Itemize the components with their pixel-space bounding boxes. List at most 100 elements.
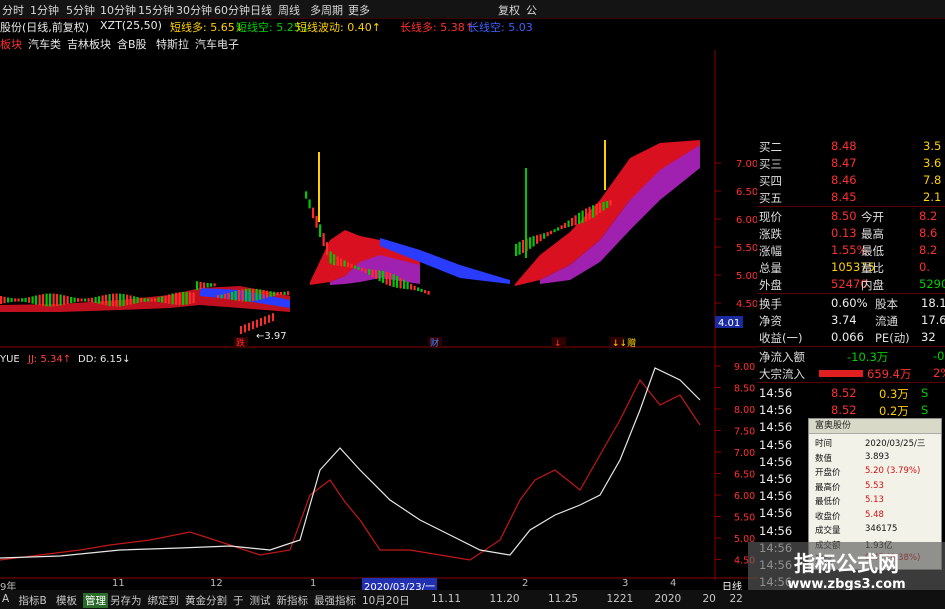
bottom-tab-11[interactable]: 10月20日 — [362, 593, 410, 608]
candle — [553, 229, 556, 233]
toolbar-button-1[interactable]: 公 — [526, 2, 537, 18]
candle — [185, 291, 188, 305]
event-mark[interactable]: ↓ — [554, 339, 562, 349]
candle — [238, 290, 241, 302]
bottom-tab-8[interactable]: 测试 — [250, 593, 271, 608]
candle — [73, 297, 76, 303]
candle — [276, 291, 279, 296]
price-tag-text: 4.01 — [718, 318, 740, 329]
candle — [150, 298, 153, 302]
candle — [567, 220, 570, 228]
tooltip-value: 2020/03/25/三 — [865, 439, 926, 449]
order-price: 8.48 — [831, 139, 857, 153]
sub-axis-label: 5.50 — [734, 513, 755, 524]
bottom-tab-14[interactable]: 11.25 — [548, 593, 578, 605]
finance-value-2: 17.6 — [921, 313, 945, 327]
flow-label: 大宗流入 — [759, 367, 805, 381]
bottom-tab-9[interactable]: 新指标 — [277, 593, 309, 608]
order-volume: 7.8 — [923, 173, 942, 187]
period-tab-4[interactable]: 15分钟 — [138, 2, 174, 18]
candle — [14, 298, 17, 302]
period-tab-2[interactable]: 5分钟 — [66, 2, 95, 18]
candle — [52, 293, 55, 307]
formula-name[interactable]: XZT(25,50) — [100, 19, 162, 32]
period-tab-9[interactable]: 多周期 — [310, 2, 343, 18]
right-red-band — [515, 140, 700, 286]
candle — [287, 291, 290, 296]
candle — [347, 262, 350, 268]
bottom-tab-0[interactable]: A — [2, 593, 9, 605]
tick-row: 14:56 8.52 0.2万 S — [757, 402, 945, 419]
candle — [283, 291, 286, 295]
event-mark[interactable]: 跌 — [236, 338, 245, 349]
quote-value: 0.13 — [831, 226, 857, 240]
tooltip-key: 最高价 — [815, 482, 841, 493]
bottom-tab-7[interactable]: 于 — [233, 593, 244, 608]
price-axis-label: 6.00 — [736, 215, 757, 226]
tooltip-value: 5.53 — [865, 480, 884, 491]
candle — [536, 235, 539, 244]
flow-extra: 2% — [933, 366, 945, 380]
tooltip-row: 收盘价 5.48 — [809, 509, 941, 522]
period-tab-5[interactable]: 30分钟 — [176, 2, 212, 18]
toolbar-button-0[interactable]: 复权 — [498, 2, 520, 18]
order-book-row: 买五 8.45 2.1 — [757, 189, 945, 206]
candle — [42, 294, 45, 306]
bottom-tab-2[interactable]: 模板 — [56, 593, 77, 608]
quote-row: 涨幅 1.55% 最低 8.2 — [757, 242, 945, 259]
bottom-tab-13[interactable]: 11.20 — [490, 593, 520, 605]
tooltip-value: 3.893 — [865, 451, 890, 462]
period-tab-6[interactable]: 60分钟 — [214, 2, 250, 18]
quote-row: 总量 105375 量比 0. — [757, 259, 945, 276]
period-tab-7[interactable]: 日线 — [250, 2, 272, 18]
tooltip-row: 成交量 346175 — [809, 523, 941, 536]
period-tab-1[interactable]: 1分钟 — [30, 2, 59, 18]
bottom-tab-18[interactable]: 22 — [730, 593, 743, 605]
sub-indicator-name[interactable]: YUE — [0, 354, 20, 365]
candle — [581, 210, 584, 223]
candle — [546, 232, 549, 237]
period-tab-8[interactable]: 周线 — [278, 2, 300, 18]
candle — [602, 202, 605, 211]
candle — [240, 326, 242, 334]
candle — [343, 260, 346, 267]
candle — [609, 200, 612, 206]
bottom-tab-5[interactable]: 绑定到 — [148, 593, 180, 608]
bottom-tab-15[interactable]: 1221 — [607, 593, 634, 605]
candle — [417, 287, 420, 291]
candle — [112, 293, 115, 307]
sub-indicator-dd: DD: 6.15↓ — [78, 354, 131, 365]
bottom-tab-12[interactable]: 11.11 — [431, 593, 461, 605]
quote-label-2: 最低 — [861, 244, 884, 258]
candle — [264, 316, 266, 325]
candle — [182, 291, 185, 305]
candle — [574, 215, 577, 226]
bottom-tab-10[interactable]: 最强指标 — [314, 593, 356, 608]
candle — [413, 285, 416, 291]
tick-time: 14:56 — [759, 420, 793, 435]
bottom-tab-1[interactable]: 指标B — [19, 593, 47, 608]
bottom-tab-4[interactable]: 另存为 — [110, 593, 142, 608]
candle — [578, 212, 581, 225]
event-mark[interactable]: 财 — [430, 337, 439, 349]
bottom-tab-16[interactable]: 2020 — [655, 593, 682, 605]
sub-axis-label: 8.50 — [734, 384, 755, 395]
candle — [129, 295, 132, 305]
low-price-label: ←3.97 — [256, 331, 287, 342]
indicator-info-line: 股份(日线,前复权) XZT(25,50) 短线多: 5.65↓ 短线空: 5.… — [0, 18, 945, 34]
period-tab-3[interactable]: 10分钟 — [100, 2, 136, 18]
candle — [248, 322, 250, 331]
kline-chart[interactable]: 7.00 6.50 6.00 5.50 5.00 4.50 4.01 ←3.97 跌 财 ↓ ↓↓赠 Y… — [0, 50, 757, 590]
finance-label: 净资 — [759, 314, 782, 328]
period-tab-0[interactable]: 分时 — [2, 2, 24, 18]
bottom-tab-17[interactable]: 20 — [703, 593, 716, 605]
event-mark[interactable]: ↓↓赠 — [612, 337, 636, 349]
candle — [350, 264, 353, 268]
candle — [420, 288, 423, 292]
order-book-row: 买三 8.47 3.6 — [757, 155, 945, 172]
bottom-tab-6[interactable]: 黄金分割 — [185, 593, 227, 608]
bottom-tab-3[interactable]: 管理 — [83, 593, 108, 608]
candle — [28, 297, 31, 303]
tooltip-row: 开盘价 5.20 (3.79%) — [809, 465, 941, 478]
period-tab-10[interactable]: 更多 — [348, 2, 370, 18]
